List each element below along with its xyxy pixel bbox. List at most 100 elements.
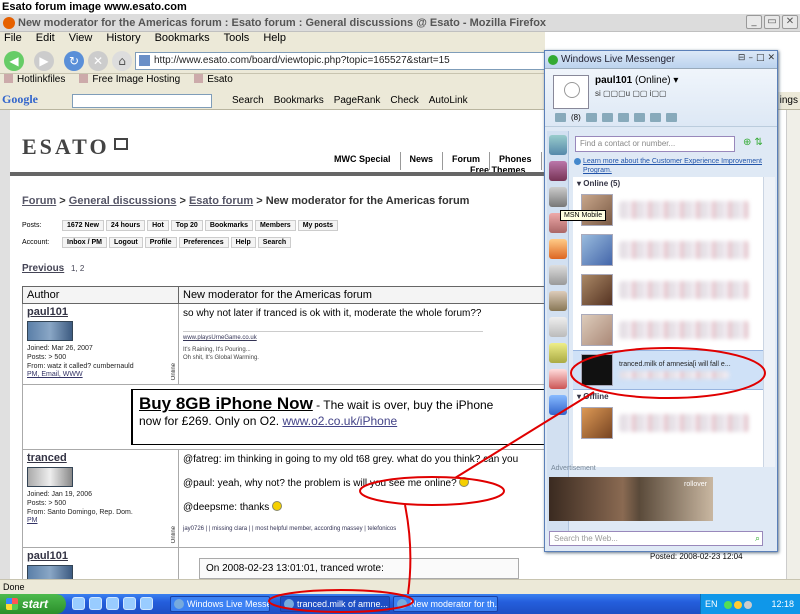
btn-logout[interactable]: Logout bbox=[109, 237, 143, 248]
close-button[interactable]: ✕ bbox=[782, 15, 798, 29]
messenger-ad[interactable]: rollover bbox=[549, 477, 713, 521]
breadcrumb-esato-forum[interactable]: Esato forum bbox=[189, 195, 253, 207]
messenger-tray-icon[interactable] bbox=[724, 600, 733, 609]
page-numbers[interactable]: 1, 2 bbox=[71, 264, 84, 273]
btn-help[interactable]: Help bbox=[230, 237, 256, 248]
breadcrumb-forum[interactable]: Forum bbox=[22, 195, 56, 207]
breadcrumb-general-discussions[interactable]: General discussions bbox=[69, 195, 177, 207]
ad-headline[interactable]: Buy 8GB iPhone Now bbox=[139, 394, 313, 413]
maximize-button[interactable]: ▭ bbox=[764, 15, 780, 29]
quick-launch-icon[interactable] bbox=[123, 597, 136, 610]
language-indicator[interactable]: EN bbox=[705, 599, 718, 609]
task-messenger[interactable]: Windows Live Messen... bbox=[170, 596, 270, 612]
menu-view[interactable]: View bbox=[69, 32, 93, 48]
author-links[interactable]: PM bbox=[27, 517, 174, 524]
previous-link[interactable]: Previous bbox=[22, 263, 64, 274]
mail-icon[interactable] bbox=[555, 113, 566, 122]
contacts-icon[interactable] bbox=[601, 113, 613, 122]
tab-icon[interactable] bbox=[549, 317, 567, 337]
messenger-close-button[interactable]: ✕ bbox=[767, 53, 775, 63]
contact-item[interactable] bbox=[573, 270, 763, 310]
quick-launch-icon[interactable] bbox=[106, 597, 119, 610]
btn-24-hours[interactable]: 24 hours bbox=[105, 220, 146, 231]
contact-list-scrollbar[interactable] bbox=[763, 177, 775, 467]
contact-item[interactable] bbox=[573, 230, 763, 270]
tray-icon[interactable] bbox=[744, 600, 753, 609]
ad-link[interactable]: www.o2.co.uk/iPhone bbox=[282, 414, 397, 428]
messenger-maximize-button[interactable]: □ bbox=[756, 53, 765, 63]
menu-history[interactable]: History bbox=[106, 32, 140, 48]
contact-item-tranced[interactable]: tranced.milk of amnesia[i will fall e... bbox=[573, 350, 763, 390]
btn-hot[interactable]: Hot bbox=[147, 220, 169, 231]
group-online[interactable]: ▾ Online (5) bbox=[573, 177, 763, 190]
bookmark-esato[interactable]: Esato bbox=[194, 74, 233, 92]
tab-icon[interactable] bbox=[549, 291, 567, 311]
tab-icon[interactable] bbox=[549, 343, 567, 363]
btn-search[interactable]: Search bbox=[257, 237, 292, 248]
btn-bookmarks[interactable]: Bookmarks bbox=[204, 220, 253, 231]
btn-top-20[interactable]: Top 20 bbox=[170, 220, 203, 231]
btn-inbox[interactable]: Inbox / PM bbox=[62, 237, 107, 248]
quick-launch-icon[interactable] bbox=[140, 597, 153, 610]
menu-help[interactable]: Help bbox=[263, 32, 286, 48]
tray-icon[interactable] bbox=[734, 600, 743, 609]
web-search-input[interactable]: Search the Web... ⌕ bbox=[549, 531, 763, 546]
home-icon[interactable]: ⌂ bbox=[112, 51, 132, 71]
address-bar[interactable]: http://www.esato.com/board/viewtopic.php… bbox=[135, 52, 545, 70]
menu-edit[interactable]: Edit bbox=[36, 32, 55, 48]
author-name[interactable]: paul101 bbox=[27, 306, 174, 318]
google-bookmarks-button[interactable]: Bookmarks bbox=[274, 92, 324, 110]
btn-members[interactable]: Members bbox=[254, 220, 296, 231]
group-offline[interactable]: ▾ Offline bbox=[573, 390, 763, 403]
games-icon[interactable] bbox=[665, 113, 677, 122]
chat-icon[interactable] bbox=[633, 113, 645, 122]
nav-news[interactable]: News bbox=[401, 152, 444, 170]
google-settings-button[interactable]: ings bbox=[780, 92, 798, 110]
stop-icon[interactable]: ✕ bbox=[88, 51, 108, 71]
bookmark-free-image-hosting[interactable]: Free Image Hosting bbox=[79, 74, 180, 92]
signature-link[interactable]: www.playsUrneGame.co.uk bbox=[183, 334, 542, 342]
google-search-button[interactable]: Search bbox=[232, 92, 264, 110]
tab-icon[interactable] bbox=[549, 395, 567, 415]
task-firefox[interactable]: New moderator for th... bbox=[393, 596, 498, 612]
win-wii-icon[interactable] bbox=[549, 239, 567, 259]
bookmark-hotlinkfiles[interactable]: Hotlinkfiles bbox=[4, 74, 65, 92]
task-conversation[interactable]: tranced.milk of amne... bbox=[280, 596, 390, 612]
ebay-icon[interactable] bbox=[549, 369, 567, 389]
btn-preferences[interactable]: Preferences bbox=[178, 237, 229, 248]
ceip-link[interactable]: Learn more about the Customer Experience… bbox=[574, 157, 773, 175]
author-links[interactable]: PM, Email, WWW bbox=[27, 371, 174, 378]
google-check-button[interactable]: Check bbox=[390, 92, 418, 110]
personal-message[interactable]: si ▢▢▢u ▢▢ i▢▢ bbox=[595, 89, 667, 98]
nav-mwc-special[interactable]: MWC Special bbox=[325, 152, 401, 170]
messenger-menu-button[interactable]: ⊟ bbox=[738, 53, 746, 63]
messenger-user[interactable]: paul101 (Online) ▾ bbox=[595, 75, 678, 86]
minimize-button[interactable]: _ bbox=[746, 15, 762, 29]
btn-my-posts[interactable]: My posts bbox=[297, 220, 339, 231]
forward-arrow-icon[interactable]: ▶ bbox=[34, 51, 54, 71]
start-button[interactable]: start bbox=[0, 594, 66, 614]
google-search-input[interactable] bbox=[72, 94, 212, 108]
contact-item[interactable] bbox=[573, 403, 763, 443]
author-name[interactable]: tranced bbox=[27, 452, 174, 464]
iphone-ad[interactable]: Buy 8GB iPhone Now - The wait is over, b… bbox=[131, 389, 545, 445]
contacts-tab-icon[interactable] bbox=[549, 135, 567, 155]
menu-file[interactable]: File bbox=[4, 32, 22, 48]
back-arrow-icon[interactable]: ◀ bbox=[4, 51, 24, 71]
menu-bookmarks[interactable]: Bookmarks bbox=[155, 32, 210, 48]
messenger-minimize-button[interactable]: – bbox=[748, 53, 753, 63]
display-picture[interactable] bbox=[553, 75, 589, 109]
msn-today-icon[interactable] bbox=[549, 161, 567, 181]
signature-line[interactable]: jay0726 | | missing clara | | most helpf… bbox=[183, 525, 542, 533]
search-icon[interactable]: ⌕ bbox=[755, 532, 760, 545]
spaces-icon[interactable] bbox=[585, 113, 597, 122]
add-contact-icon[interactable]: ⊕ ⇅ bbox=[743, 137, 763, 148]
page-scrollbar[interactable] bbox=[786, 110, 800, 579]
contact-item[interactable] bbox=[573, 310, 763, 350]
btn-new-posts[interactable]: 1672 New bbox=[62, 220, 104, 231]
phone-icon[interactable] bbox=[649, 113, 661, 122]
menu-tools[interactable]: Tools bbox=[224, 32, 250, 48]
tab-icon[interactable] bbox=[549, 265, 567, 285]
btn-profile[interactable]: Profile bbox=[144, 237, 177, 248]
msn-mobile-icon[interactable] bbox=[549, 187, 567, 207]
